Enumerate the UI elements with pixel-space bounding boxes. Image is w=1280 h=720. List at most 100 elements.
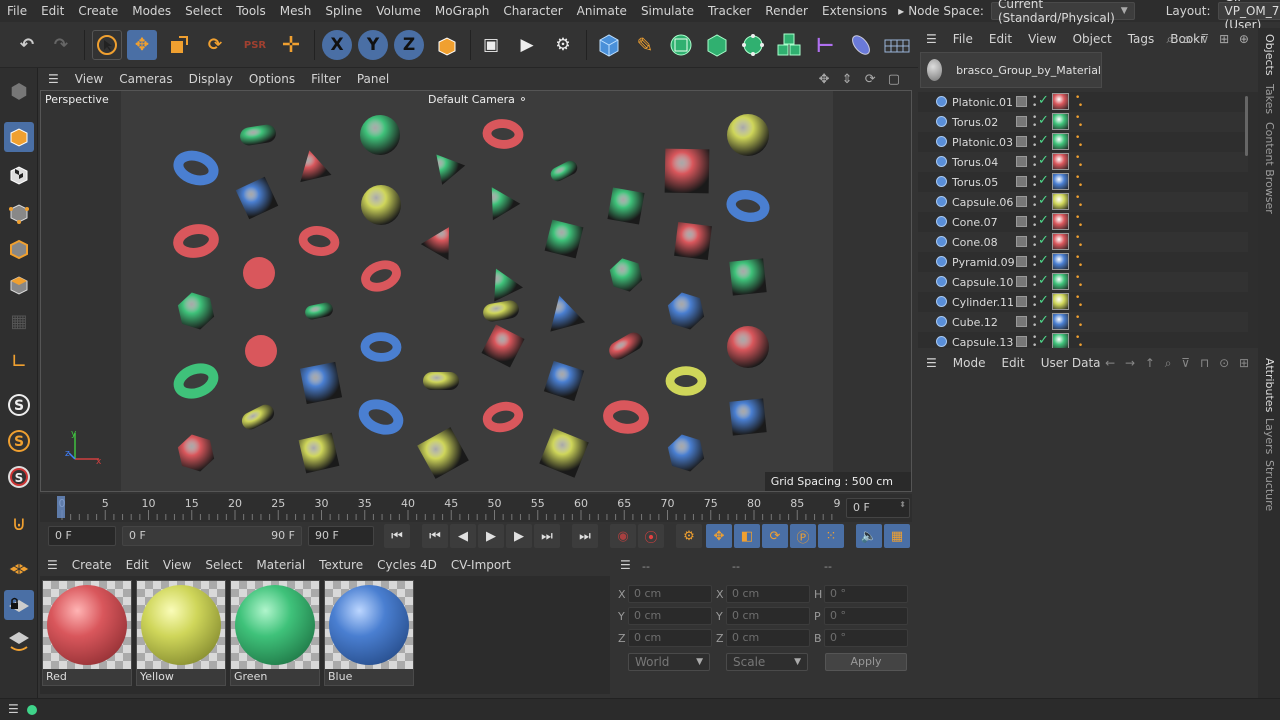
mat-menu-cycles4d[interactable]: Cycles 4D xyxy=(370,558,444,572)
material-swatch-blue[interactable]: Blue xyxy=(324,580,414,686)
scene-torus[interactable] xyxy=(298,226,340,256)
material-tag-icon[interactable] xyxy=(1052,233,1069,250)
object-row[interactable]: Torus.04 • • ✓ • • xyxy=(918,152,1248,172)
undo-button[interactable]: ↶ xyxy=(12,30,42,60)
scene-sphere[interactable] xyxy=(361,185,401,225)
scene-torus[interactable] xyxy=(726,190,770,222)
scene-torus[interactable] xyxy=(173,224,219,258)
enabled-check-icon[interactable]: ✓ xyxy=(1038,313,1049,328)
y-axis-lock-icon[interactable]: Y xyxy=(358,30,388,60)
key-position-button[interactable]: ✥ xyxy=(706,524,732,548)
visibility-dots-icon[interactable]: • • xyxy=(1032,134,1037,151)
tag-dots-icon[interactable]: • • xyxy=(1075,174,1083,191)
coordinate-mode-dropdown[interactable]: World ▼ xyxy=(628,653,710,671)
object-list[interactable]: Platonic.01 • • ✓ • • Torus.02 • • ✓ • • Platonic.… xyxy=(918,92,1258,348)
enabled-check-icon[interactable]: ✓ xyxy=(1038,233,1049,248)
render-region-button[interactable]: ▣ xyxy=(476,30,506,60)
node-space-dropdown[interactable]: Current (Standard/Physical) ▼ xyxy=(990,0,1135,25)
preview-range-slider[interactable]: 0 F 90 F xyxy=(122,526,302,546)
locked-workplane-button[interactable] xyxy=(4,590,34,620)
key-scale-button[interactable]: ◧ xyxy=(734,524,760,548)
layout-dropdown[interactable]: GIF-VP_OM_720 (User)▼ xyxy=(1217,0,1280,32)
rotate-tool-button[interactable]: ⟳ xyxy=(200,30,230,60)
scene-cone[interactable] xyxy=(425,145,466,185)
om-menu-view[interactable]: View xyxy=(1020,32,1064,46)
layer-box-icon[interactable] xyxy=(1016,256,1027,267)
current-frame-field[interactable]: 0 F ⬍ xyxy=(846,498,910,518)
scene-cone[interactable] xyxy=(542,291,586,332)
axis-mode-button[interactable]: ∟ xyxy=(4,346,34,376)
deformer-button[interactable]: ⊢ xyxy=(810,30,840,60)
select-tool-button[interactable] xyxy=(92,30,122,60)
next-frame-button[interactable]: ▶ xyxy=(506,524,532,548)
object-row[interactable]: Capsule.13 • • ✓ • • xyxy=(918,332,1248,348)
tag-dots-icon[interactable]: • • xyxy=(1075,114,1083,131)
om-menu-edit[interactable]: Edit xyxy=(981,32,1020,46)
visibility-dots-icon[interactable]: • • xyxy=(1032,114,1037,131)
side-tab-content-browser[interactable]: Content Browser xyxy=(1263,122,1276,214)
scene-torus[interactable] xyxy=(358,399,404,435)
tag-dots-icon[interactable]: • • xyxy=(1075,254,1083,271)
tag-dots-icon[interactable]: • • xyxy=(1075,134,1083,151)
previous-key-button[interactable]: ⏮ xyxy=(422,524,448,548)
play-button[interactable]: ▶ xyxy=(478,524,504,548)
attr-toolbar-icons[interactable]: ← → ↑ ⌕ ⊽ ⊓ ⊙ ⊞ xyxy=(1105,356,1252,371)
scene-torus[interactable] xyxy=(603,400,649,434)
enabled-check-icon[interactable]: ✓ xyxy=(1038,273,1049,288)
tag-dots-icon[interactable]: • • xyxy=(1075,94,1083,111)
scene-cube[interactable] xyxy=(664,148,710,194)
point-mode-button[interactable] xyxy=(4,198,34,228)
size-x-field[interactable]: 0 cm xyxy=(726,585,810,603)
viewport-menu-display[interactable]: Display xyxy=(181,72,241,86)
layer-box-icon[interactable] xyxy=(1016,276,1027,287)
enabled-check-icon[interactable]: ✓ xyxy=(1038,293,1049,308)
scene-sphere[interactable] xyxy=(360,115,400,155)
enabled-check-icon[interactable]: ✓ xyxy=(1038,173,1049,188)
uv-mode-button[interactable]: ▦ xyxy=(4,306,34,336)
scene-ico[interactable] xyxy=(667,434,705,472)
layer-box-icon[interactable] xyxy=(1016,316,1027,327)
transform-tool-button[interactable]: ✛ xyxy=(276,30,306,60)
texture-mode-button[interactable] xyxy=(4,160,34,190)
subdivision-button[interactable] xyxy=(666,30,696,60)
scene-cube[interactable] xyxy=(544,219,584,259)
scene-cone[interactable] xyxy=(478,179,521,221)
om-menu-file[interactable]: File xyxy=(945,32,981,46)
visibility-dots-icon[interactable]: • • xyxy=(1032,94,1037,111)
viewport-menu-view[interactable]: View xyxy=(67,72,111,86)
layer-box-icon[interactable] xyxy=(1016,116,1027,127)
scene-cube[interactable] xyxy=(729,398,767,436)
tag-dots-icon[interactable]: • • xyxy=(1075,314,1083,331)
scene-cube[interactable] xyxy=(481,324,525,368)
menu-mograph[interactable]: MoGraph xyxy=(428,4,497,18)
menu-simulate[interactable]: Simulate xyxy=(634,4,701,18)
rot-b-field[interactable]: 0 ° xyxy=(824,629,908,647)
layer-box-icon[interactable] xyxy=(1016,296,1027,307)
material-tag-icon[interactable] xyxy=(1052,253,1069,270)
next-key-button[interactable]: ⏭ xyxy=(534,524,560,548)
scale-tool-button[interactable] xyxy=(164,30,194,60)
scene-capsule[interactable] xyxy=(304,301,334,321)
scene-cube[interactable] xyxy=(729,258,767,296)
object-row[interactable]: Platonic.03 • • ✓ • • xyxy=(918,132,1248,152)
tag-dots-icon[interactable]: • • xyxy=(1075,234,1083,251)
sound-button[interactable]: 🔈 xyxy=(856,524,882,548)
menu-character[interactable]: Character xyxy=(496,4,569,18)
hamburger-icon[interactable]: ☰ xyxy=(918,356,945,370)
material-swatch-yellow[interactable]: Yellow xyxy=(136,580,226,686)
scene-cube[interactable] xyxy=(543,360,585,402)
magnet-button[interactable]: ⊍ xyxy=(4,508,34,538)
scene-capsule[interactable] xyxy=(239,123,277,146)
rot-p-field[interactable]: 0 ° xyxy=(824,607,908,625)
scene-torus[interactable] xyxy=(361,260,401,292)
om-menu-tags[interactable]: Tags xyxy=(1120,32,1163,46)
menu-create[interactable]: Create xyxy=(71,4,125,18)
object-list-scrollbar[interactable] xyxy=(1245,96,1248,156)
material-tag-icon[interactable] xyxy=(1052,273,1069,290)
cloner-button[interactable] xyxy=(738,30,768,60)
menu-mesh[interactable]: Mesh xyxy=(273,4,319,18)
scene-torus[interactable] xyxy=(360,332,402,362)
side-tab-objects[interactable]: Objects xyxy=(1263,34,1276,76)
planar-workplane-button[interactable] xyxy=(4,626,34,656)
go-to-start-button[interactable]: ⏮ xyxy=(384,524,410,548)
